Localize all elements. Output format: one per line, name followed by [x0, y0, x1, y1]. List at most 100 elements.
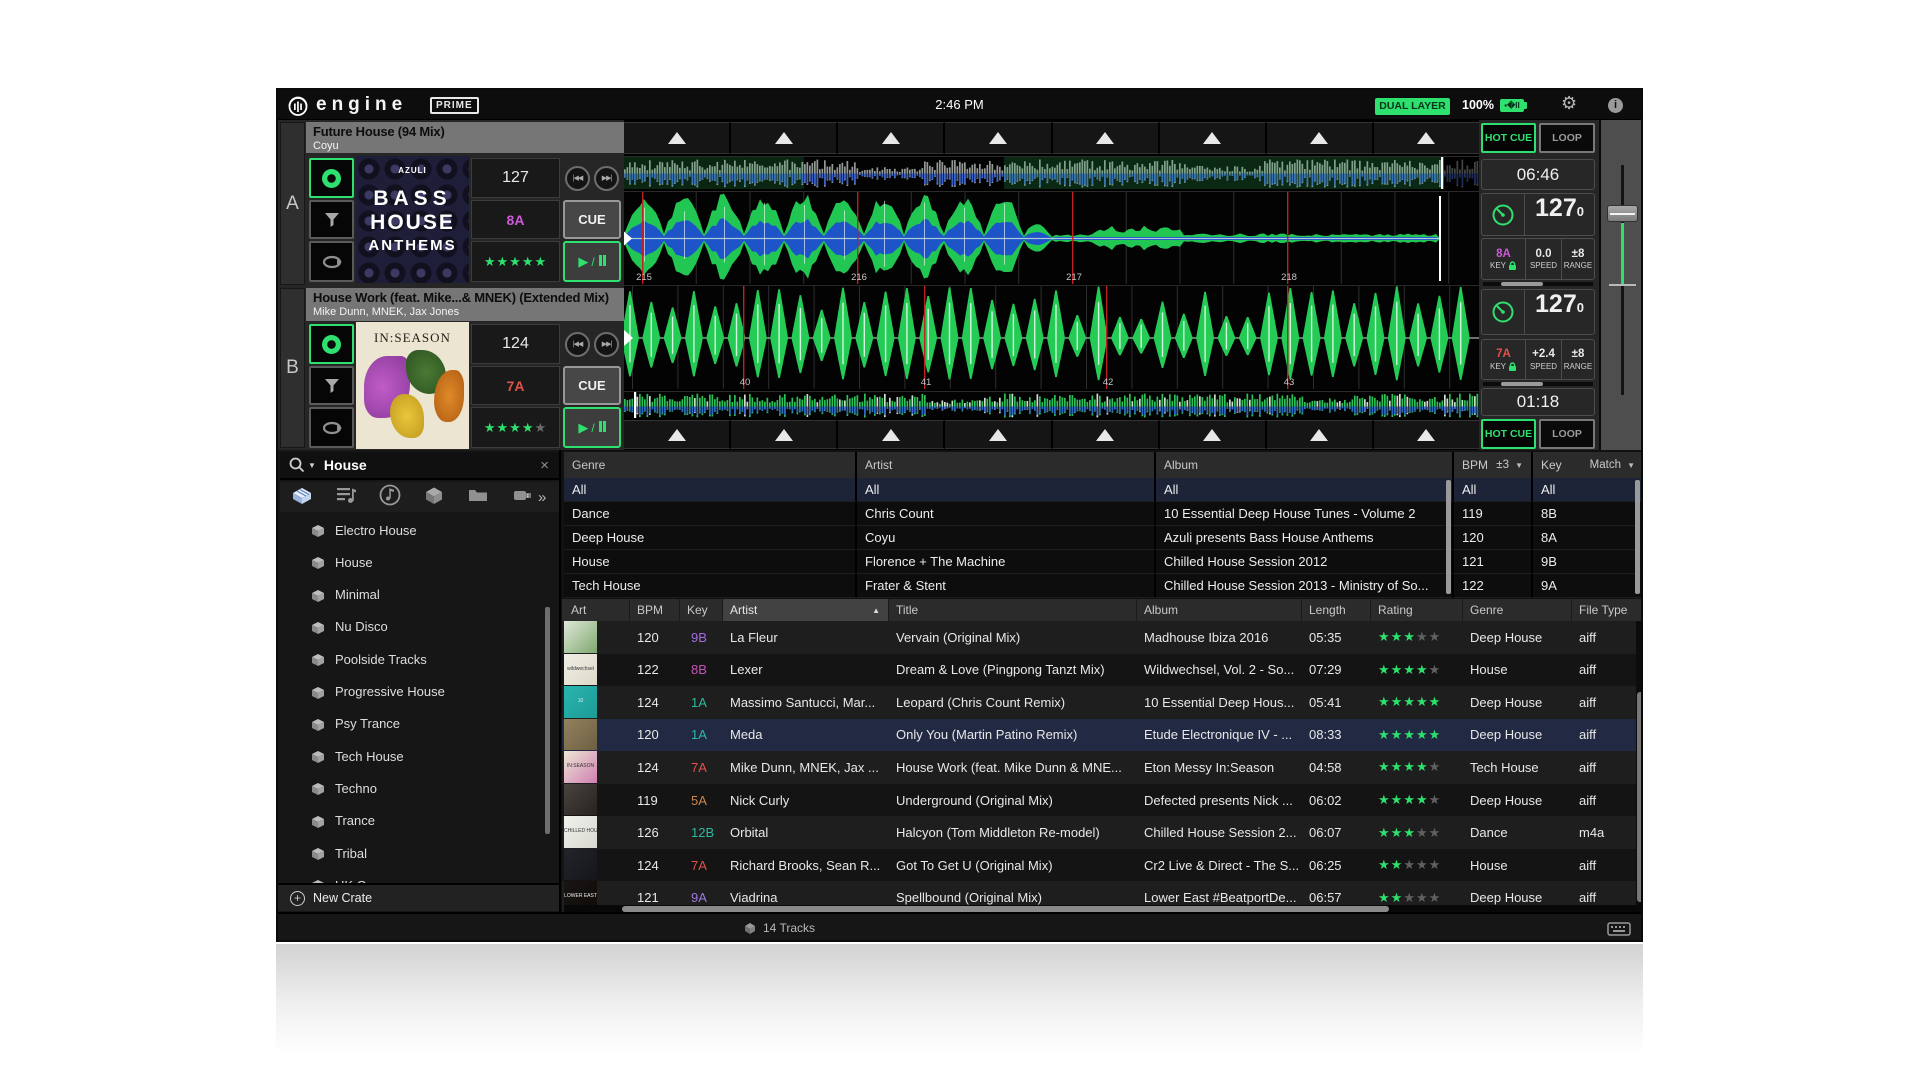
filter-item[interactable]: 121 — [1454, 550, 1533, 574]
deck-b-filter-button[interactable] — [309, 366, 354, 405]
table-row[interactable]: 1195ANick CurlyUnderground (Original Mix… — [562, 784, 1643, 817]
filter-item[interactable]: Dance — [564, 502, 857, 526]
filter-item[interactable]: 8A — [1533, 526, 1643, 550]
settings-gear-icon[interactable]: ⚙ — [1561, 93, 1577, 114]
table-row[interactable]: 101241AMassimo Santucci, Mar...Leopard (… — [562, 686, 1643, 719]
new-crate-button[interactable]: +New Crate — [278, 883, 559, 911]
filter-item[interactable]: 10 Essential Deep House Tunes - Volume 2 — [1156, 502, 1454, 526]
table-row[interactable]: CHILLED HOUSE12612BOrbitalHalcyon (Tom M… — [562, 816, 1643, 849]
tabs-overflow-chevron[interactable]: » — [538, 489, 546, 506]
filter-header-album[interactable]: Album — [1156, 452, 1454, 478]
filter-header-extra[interactable]: ±3 — [1496, 459, 1509, 471]
deck-a-loop-mode-button[interactable] — [309, 241, 354, 282]
filter-item[interactable]: Azuli presents Bass House Anthems — [1156, 526, 1454, 550]
filter-item[interactable]: 120 — [1454, 526, 1533, 550]
filter-item[interactable]: 8B — [1533, 502, 1643, 526]
table-row[interactable]: 1247ARichard Brooks, Sean R...Got To Get… — [562, 849, 1643, 882]
tab-folders[interactable] — [456, 483, 500, 512]
deck-a-filter-button[interactable] — [309, 200, 354, 239]
column-header-file-type[interactable]: File Type — [1572, 599, 1643, 621]
column-header-rating[interactable]: Rating — [1371, 599, 1463, 621]
deck-a-overview-waveform[interactable] — [624, 156, 1479, 189]
table-row[interactable]: IN:SEASON1247AMike Dunn, MNEK, Jax ...Ho… — [562, 751, 1643, 784]
beat-jump-pad[interactable] — [731, 122, 838, 154]
tab-playlists[interactable] — [324, 483, 368, 512]
column-header-title[interactable]: Title — [889, 599, 1137, 621]
filter-header-extra[interactable]: Match — [1590, 459, 1621, 471]
search-clear-icon[interactable]: × — [540, 457, 549, 474]
filter-item[interactable]: All — [857, 478, 1156, 502]
filter-header-artist[interactable]: Artist — [857, 452, 1156, 478]
deck-b-loop-mode-button[interactable] — [309, 407, 354, 448]
table-row[interactable]: 1209BLa FleurVervain (Original Mix)Madho… — [562, 621, 1643, 654]
filter-item[interactable]: 119 — [1454, 502, 1533, 526]
filter-item[interactable]: All — [1454, 478, 1533, 502]
table-row[interactable]: 1201AMedaOnly You (Martin Patino Remix)E… — [562, 719, 1643, 752]
dual-layer-button[interactable]: DUAL LAYER — [1375, 98, 1450, 115]
deck-b-range[interactable]: ±8RANGE — [1562, 340, 1594, 379]
filter-item[interactable]: All — [1156, 478, 1454, 502]
deck-a-loop-button[interactable]: LOOP — [1539, 123, 1595, 153]
beat-jump-pad[interactable] — [945, 122, 1052, 154]
filter-item[interactable]: Tech House — [564, 574, 857, 598]
deck-b-cue-button[interactable]: CUE — [563, 366, 621, 405]
column-header-genre[interactable]: Genre — [1463, 599, 1572, 621]
deck-b-main-waveform[interactable]: 40414243 — [624, 285, 1479, 389]
table-row[interactable]: wildwechsel1228BLexerDream & Love (Pingp… — [562, 654, 1643, 687]
tab-crates[interactable] — [280, 483, 324, 512]
deck-b-mini-slider[interactable] — [1483, 382, 1593, 386]
filter-item[interactable]: House — [564, 550, 857, 574]
tab-music[interactable] — [368, 483, 412, 512]
beat-jump-back-button[interactable]: |◀◀ — [565, 332, 590, 357]
column-header-bpm[interactable]: BPM — [630, 599, 680, 621]
tab-packs[interactable] — [412, 483, 456, 512]
crate-item[interactable]: Psy Trance — [278, 708, 557, 740]
beat-jump-pad[interactable] — [624, 122, 731, 154]
deck-b-overview-waveform[interactable] — [624, 391, 1479, 418]
filter-item[interactable]: Deep House — [564, 526, 857, 550]
crate-item[interactable]: Trance — [278, 805, 557, 837]
filter-item[interactable]: Frater & Stent — [857, 574, 1156, 598]
beat-jump-pad[interactable] — [1053, 420, 1160, 449]
deck-a-sync-icon[interactable] — [1482, 194, 1525, 235]
beat-jump-pad[interactable] — [1374, 122, 1479, 154]
keyboard-icon[interactable] — [1607, 922, 1631, 936]
beat-jump-pad[interactable] — [1374, 420, 1479, 449]
column-header-album[interactable]: Album — [1137, 599, 1302, 621]
crate-item[interactable]: House — [278, 546, 557, 578]
crate-item[interactable]: Electro House — [278, 514, 557, 546]
search-bar[interactable]: ▼ House × — [280, 452, 559, 480]
deck-b-loop-button[interactable]: LOOP — [1539, 419, 1595, 449]
crate-item[interactable]: Nu Disco — [278, 611, 557, 643]
column-header-artist[interactable]: Artist▲ — [723, 599, 889, 621]
crate-item[interactable]: Poolside Tracks — [278, 643, 557, 675]
crate-item[interactable]: Tribal — [278, 837, 557, 869]
deck-a-mini-slider[interactable] — [1483, 282, 1593, 286]
filter-header-genre[interactable]: Genre — [564, 452, 857, 478]
beat-jump-forward-button[interactable]: ▶▶| — [594, 166, 619, 191]
chevron-down-icon[interactable]: ▼ — [1627, 461, 1635, 470]
beat-jump-pad[interactable] — [624, 420, 731, 449]
deck-a-speed[interactable]: 0.0SPEED — [1526, 239, 1562, 279]
filter-header-key[interactable]: KeyMatch▼ — [1533, 452, 1643, 478]
deck-a-key-lock[interactable]: 8AKEY — [1482, 239, 1526, 279]
deck-a-range[interactable]: ±8RANGE — [1562, 239, 1594, 279]
deck-b-key-lock[interactable]: 7AKEY — [1482, 340, 1526, 379]
beat-jump-pad[interactable] — [1053, 122, 1160, 154]
filter-item[interactable]: 122 — [1454, 574, 1533, 598]
crate-item[interactable]: Tech House — [278, 740, 557, 772]
beat-jump-pad[interactable] — [1267, 420, 1374, 449]
deck-a-hotcue-mode-button[interactable] — [309, 158, 354, 198]
filter-item[interactable]: All — [564, 478, 857, 502]
beat-jump-pad[interactable] — [731, 420, 838, 449]
deck-a-main-waveform[interactable]: 215216217218 — [624, 191, 1479, 284]
info-icon[interactable]: i — [1608, 98, 1623, 113]
beat-jump-forward-button[interactable]: ▶▶| — [594, 332, 619, 357]
filter-header-bpm[interactable]: BPM±3▼ — [1454, 452, 1533, 478]
column-header-length[interactable]: Length — [1302, 599, 1371, 621]
filter-item[interactable]: Chris Count — [857, 502, 1156, 526]
filter-scrollbar-key[interactable] — [1635, 480, 1640, 594]
crate-item[interactable]: Minimal — [278, 579, 557, 611]
deck-a-cue-button[interactable]: CUE — [563, 200, 621, 239]
crate-item[interactable]: Progressive House — [278, 676, 557, 708]
